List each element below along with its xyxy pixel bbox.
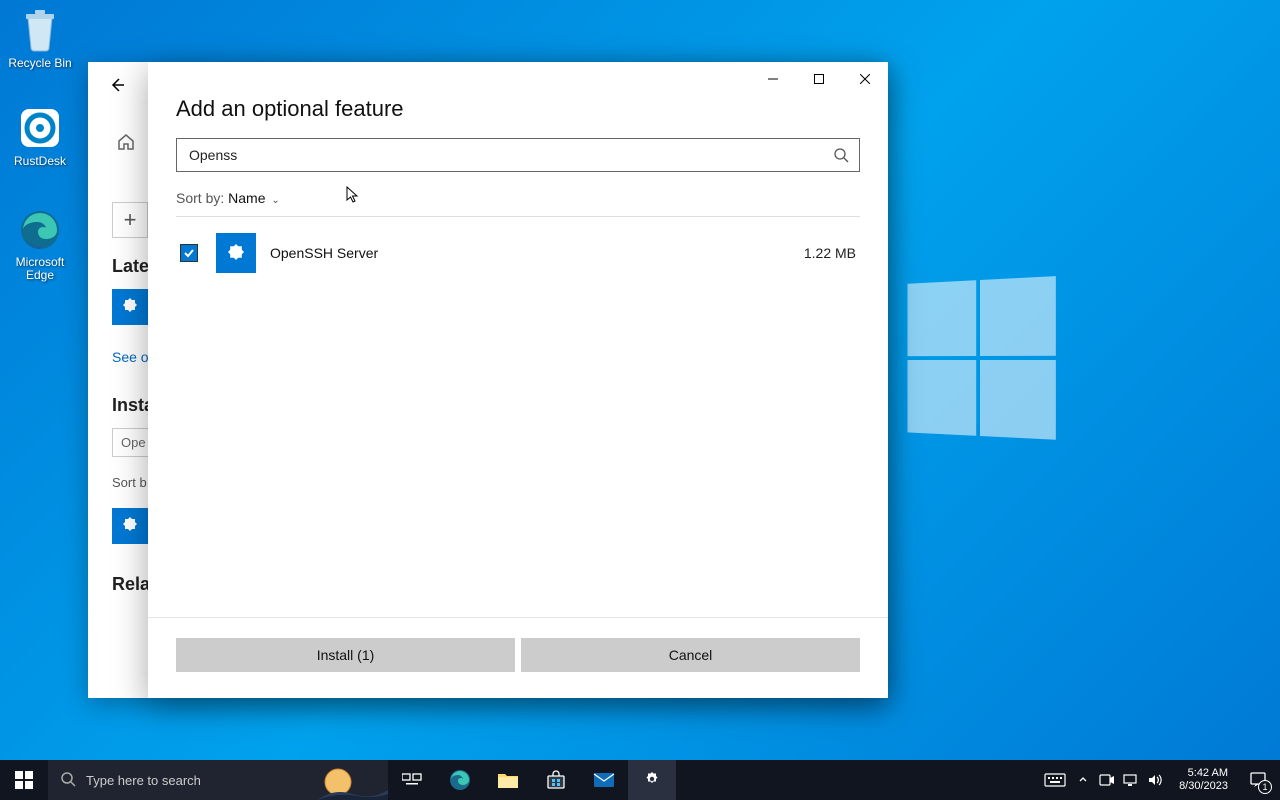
recycle-bin-icon — [18, 8, 62, 52]
taskbar-pinned — [388, 760, 676, 800]
divider — [176, 216, 860, 217]
search-artwork — [318, 760, 388, 800]
desktop-icon-edge[interactable]: Microsoft Edge — [2, 208, 78, 282]
clock-time: 5:42 AM — [1179, 767, 1228, 780]
start-button[interactable] — [0, 760, 48, 800]
dialog-footer: Install (1) Cancel — [148, 617, 888, 698]
sort-value: Name — [228, 190, 265, 206]
sort-label: Sort by: — [176, 190, 224, 206]
clock-date: 8/30/2023 — [1179, 780, 1228, 793]
checkbox-checked-icon[interactable] — [180, 244, 198, 262]
taskbar-file-explorer[interactable] — [484, 760, 532, 800]
desktop-icon-rustdesk[interactable]: RustDesk — [2, 106, 78, 168]
desktop-icon-recycle-bin[interactable]: Recycle Bin — [2, 8, 78, 70]
titlebar — [148, 62, 888, 98]
taskbar-settings[interactable] — [628, 760, 676, 800]
add-optional-feature-dialog: Add an optional feature Sort by: Name ⌄ … — [148, 62, 888, 698]
search-placeholder: Type here to search — [86, 773, 201, 788]
tray-keyboard-icon[interactable] — [1039, 760, 1071, 800]
feature-size: 1.22 MB — [804, 245, 856, 261]
chevron-down-icon: ⌄ — [271, 195, 279, 206]
desktop-icon-label: RustDesk — [2, 154, 78, 168]
install-button[interactable]: Install (1) — [176, 638, 515, 672]
tray-network-icon[interactable] — [1119, 760, 1143, 800]
search-icon — [833, 147, 849, 168]
taskbar-edge[interactable] — [436, 760, 484, 800]
maximize-button[interactable] — [796, 64, 842, 96]
minimize-button[interactable] — [750, 64, 796, 96]
search-input[interactable] — [177, 147, 859, 163]
feature-list: OpenSSH Server 1.22 MB — [176, 223, 860, 617]
home-icon[interactable] — [116, 132, 136, 157]
feature-name: OpenSSH Server — [270, 245, 804, 261]
search-icon — [60, 771, 76, 790]
add-feature-button[interactable]: + — [112, 202, 148, 238]
taskbar-store[interactable] — [532, 760, 580, 800]
feature-tile-icon — [112, 508, 148, 544]
rustdesk-icon — [18, 106, 62, 150]
taskbar-search[interactable]: Type here to search — [48, 760, 388, 800]
close-button[interactable] — [842, 64, 888, 96]
taskbar: Type here to search — [0, 760, 1280, 800]
notification-badge: 1 — [1258, 780, 1272, 794]
sort-by-dropdown[interactable]: Sort by: Name ⌄ — [176, 190, 860, 206]
dialog-title: Add an optional feature — [176, 98, 860, 122]
feature-icon — [216, 233, 256, 273]
taskbar-clock[interactable]: 5:42 AM 8/30/2023 — [1171, 767, 1236, 793]
tray-overflow-icon[interactable] — [1071, 760, 1095, 800]
system-tray — [1039, 760, 1171, 800]
cancel-button[interactable]: Cancel — [521, 638, 860, 672]
task-view-button[interactable] — [388, 760, 436, 800]
tray-meet-now-icon[interactable] — [1095, 760, 1119, 800]
feature-tile-icon — [112, 289, 148, 325]
search-box[interactable] — [176, 138, 860, 172]
tray-volume-icon[interactable] — [1143, 760, 1167, 800]
feature-row-openssh-server[interactable]: OpenSSH Server 1.22 MB — [176, 223, 860, 283]
desktop-icon-label: Microsoft Edge — [2, 256, 78, 282]
edge-icon — [18, 208, 62, 252]
taskbar-mail[interactable] — [580, 760, 628, 800]
windows-logo — [908, 276, 1061, 444]
desktop-icon-label: Recycle Bin — [2, 56, 78, 70]
back-arrow-icon[interactable] — [108, 76, 126, 99]
notification-center-button[interactable]: 1 — [1236, 760, 1280, 800]
